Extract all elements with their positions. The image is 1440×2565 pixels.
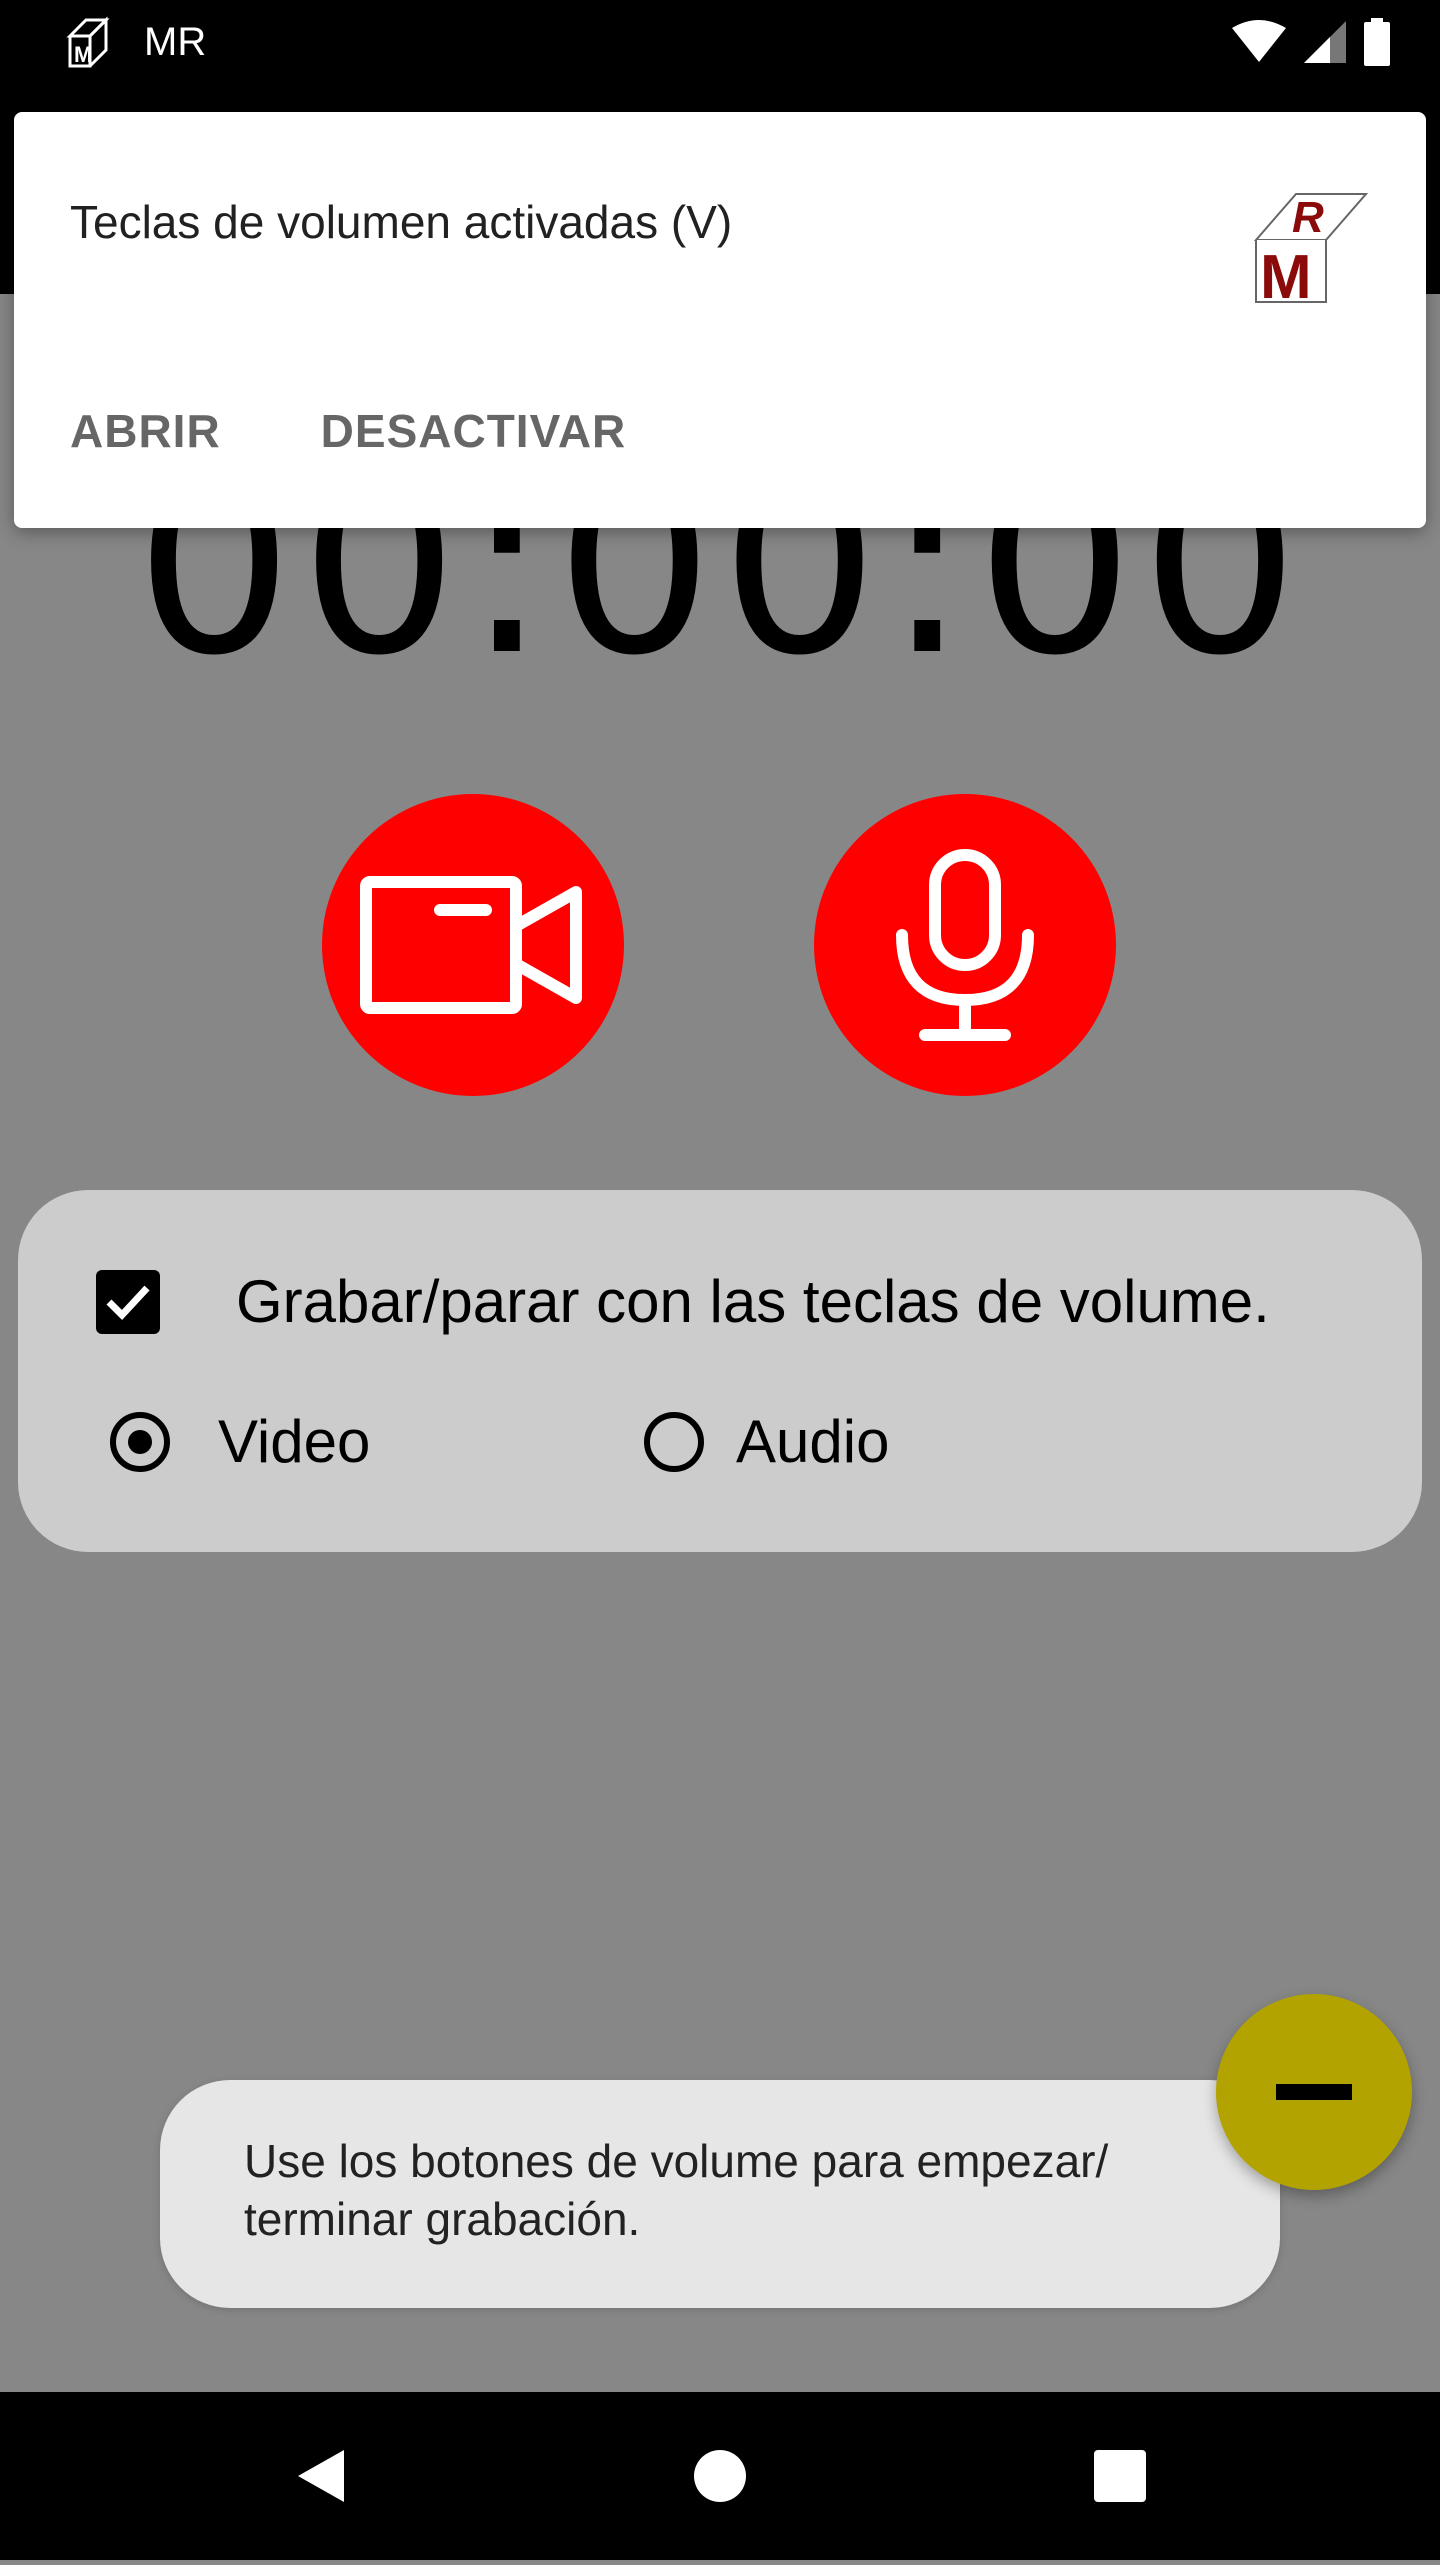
svg-text:R: R bbox=[1292, 193, 1324, 242]
toast-text: Use los botones de volume para empezar/ … bbox=[244, 2135, 1109, 2245]
volume-options-panel: Grabar/parar con las teclas de volume. bbox=[18, 1190, 1422, 1552]
status-app-title: MR bbox=[144, 20, 207, 64]
svg-text:M: M bbox=[1260, 243, 1312, 310]
back-icon bbox=[298, 2450, 344, 2502]
audio-radio[interactable] bbox=[644, 1412, 704, 1472]
rm-logo-icon: R M bbox=[1253, 193, 1369, 310]
disable-button[interactable]: DESACTIVAR bbox=[321, 396, 627, 466]
volume-keys-checkbox[interactable] bbox=[96, 1270, 160, 1334]
video-camera-icon bbox=[360, 876, 582, 1014]
recents-button[interactable] bbox=[1036, 2392, 1204, 2560]
volume-keys-label: Grabar/parar con las teclas de volume. bbox=[236, 1268, 1270, 1335]
video-radio[interactable] bbox=[110, 1412, 170, 1472]
svg-text:M: M bbox=[74, 42, 92, 67]
microphone-icon bbox=[896, 849, 1034, 1041]
minus-fab-button[interactable] bbox=[1216, 1994, 1412, 2190]
volume-keys-notification[interactable]: Teclas de volumen activadas (V) R M ABRI… bbox=[14, 112, 1426, 528]
record-audio-button[interactable] bbox=[814, 794, 1116, 1096]
radio-selected-dot bbox=[128, 1430, 152, 1454]
checkmark-icon bbox=[106, 1285, 150, 1321]
navigation-bar bbox=[0, 2392, 1440, 2560]
record-video-button[interactable] bbox=[322, 794, 624, 1096]
home-button[interactable] bbox=[636, 2392, 804, 2560]
video-radio-label[interactable]: Video bbox=[218, 1402, 370, 1482]
audio-radio-label[interactable]: Audio bbox=[736, 1402, 889, 1482]
battery-icon bbox=[1364, 18, 1390, 66]
back-button[interactable] bbox=[236, 2392, 404, 2560]
toast-message: Use los botones de volume para empezar/ … bbox=[160, 2080, 1280, 2308]
status-bar: M MR bbox=[0, 0, 1440, 84]
minus-icon bbox=[1276, 2084, 1352, 2100]
notification-text: Teclas de volumen activadas (V) bbox=[70, 196, 733, 248]
home-icon bbox=[694, 2450, 746, 2502]
signal-icon bbox=[1304, 21, 1346, 63]
recents-icon bbox=[1094, 2450, 1146, 2502]
app-logo-icon: M bbox=[66, 16, 110, 68]
open-button[interactable]: ABRIR bbox=[70, 396, 221, 466]
wifi-icon bbox=[1232, 20, 1286, 62]
